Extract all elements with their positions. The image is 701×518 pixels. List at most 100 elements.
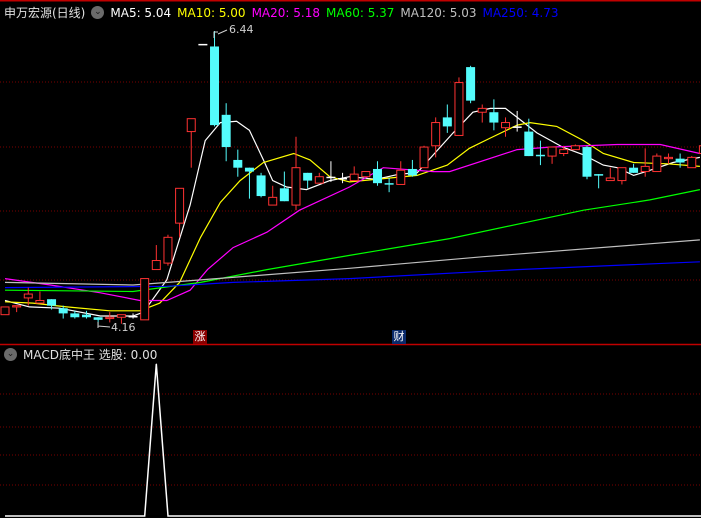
candle-body xyxy=(23,293,33,299)
candle-body xyxy=(372,168,382,184)
candle-body xyxy=(640,165,650,173)
candle-body xyxy=(652,155,662,173)
candle xyxy=(81,310,91,319)
candle xyxy=(582,145,592,180)
candle xyxy=(594,174,604,189)
candle-body xyxy=(81,314,91,318)
candle xyxy=(0,306,10,316)
candle-body xyxy=(210,46,220,126)
candle-body xyxy=(279,188,289,202)
candle-body xyxy=(163,236,173,264)
candle-body xyxy=(303,172,313,181)
candle xyxy=(396,161,406,185)
candle xyxy=(291,136,301,211)
candle xyxy=(547,146,557,164)
candle-body xyxy=(0,306,10,316)
candle-body xyxy=(349,173,359,182)
candle xyxy=(256,172,266,198)
candle-body xyxy=(244,167,254,172)
ma60-line xyxy=(4,189,701,293)
ma120-label: MA120: 5.03 xyxy=(400,5,477,20)
candle-body xyxy=(407,168,417,176)
gridlines xyxy=(0,81,701,486)
ma250-line xyxy=(4,261,700,289)
candle-body xyxy=(477,107,487,113)
candle-body xyxy=(442,117,452,127)
ma20-label: MA20: 5.18 xyxy=(251,5,320,20)
candle-body xyxy=(268,196,278,206)
candle xyxy=(338,172,348,184)
stock-chart[interactable]: 6.44 4.16 xyxy=(0,0,701,518)
finance-badge[interactable]: 财 xyxy=(392,330,406,344)
candle-body xyxy=(47,299,57,306)
ma10-line xyxy=(4,121,700,312)
candle xyxy=(629,163,639,173)
candle-body xyxy=(314,176,324,184)
candle xyxy=(279,171,289,202)
candle xyxy=(442,104,452,133)
candle xyxy=(303,172,313,189)
candle-body xyxy=(663,156,673,160)
chevron-down-icon[interactable]: ⌄ xyxy=(91,6,105,19)
candle-body xyxy=(617,167,627,182)
candle-body xyxy=(466,67,476,101)
candle xyxy=(361,171,371,178)
chevron-down-icon[interactable]: ⌄ xyxy=(4,348,17,361)
low-arrow-icon xyxy=(97,322,111,328)
candle-body xyxy=(186,118,196,133)
candle-body xyxy=(233,159,243,168)
candle-body xyxy=(291,167,301,206)
ma5-label: MA5: 5.04 xyxy=(110,5,172,20)
candle xyxy=(617,167,627,185)
candle xyxy=(221,103,231,162)
candle xyxy=(501,117,511,137)
candle-body xyxy=(221,114,231,148)
candle xyxy=(140,278,150,321)
candle-body xyxy=(687,156,697,169)
candle xyxy=(372,161,382,186)
candle xyxy=(477,104,487,123)
candle xyxy=(512,110,522,132)
candle-body xyxy=(605,177,615,182)
candles xyxy=(0,31,701,325)
candle xyxy=(605,167,615,182)
candle-body xyxy=(361,171,371,178)
candle xyxy=(407,159,417,177)
candle xyxy=(198,43,208,46)
macd-signal-panel xyxy=(5,363,701,517)
candle xyxy=(454,77,464,136)
limit-up-badge[interactable]: 涨 xyxy=(193,330,207,344)
candle-body xyxy=(151,260,161,271)
candle-body xyxy=(431,122,441,147)
candle xyxy=(314,172,324,184)
candle xyxy=(489,99,499,131)
candle xyxy=(687,156,697,169)
candle xyxy=(326,161,336,182)
low-label: 4.16 xyxy=(111,321,136,334)
candle xyxy=(210,31,220,127)
candle xyxy=(535,140,545,166)
high-marker: 6.44 xyxy=(213,23,254,38)
candle xyxy=(128,313,138,319)
candle xyxy=(663,153,673,164)
candle-body xyxy=(582,147,592,177)
sub-panel-title: MACD底中王 选股: 0.00 xyxy=(23,348,158,362)
candle-body xyxy=(338,178,348,180)
candle-body xyxy=(559,149,569,154)
high-arrow-icon xyxy=(213,29,228,38)
ma250-label: MA250: 4.73 xyxy=(482,5,559,20)
candle-body xyxy=(198,43,208,46)
candle xyxy=(466,65,476,104)
candle-body xyxy=(501,122,511,129)
stock-title[interactable]: 申万宏源(日线) xyxy=(4,4,85,21)
candle-body xyxy=(105,316,115,320)
candle xyxy=(233,149,243,177)
candle-body xyxy=(489,112,499,123)
candle xyxy=(186,118,196,168)
candle xyxy=(268,185,278,206)
candle-body xyxy=(58,308,68,314)
ma20-line xyxy=(4,143,701,302)
candle-body xyxy=(140,278,150,321)
candle-body xyxy=(12,305,22,308)
candle xyxy=(349,166,359,182)
